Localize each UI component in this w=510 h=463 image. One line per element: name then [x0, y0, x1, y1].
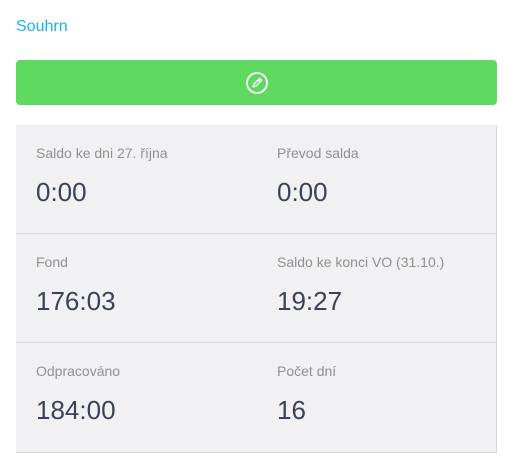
pocet-dni-label: Počet dní — [277, 363, 337, 379]
odpracovano-label: Odpracováno — [36, 363, 121, 379]
pencil-circle-icon — [245, 71, 269, 95]
fond-value: 176:03 — [36, 286, 116, 316]
summary-page: Souhrn Saldo ke dni 27. října 0:00 Převo… — [0, 0, 510, 463]
prevod-salda-value: 0:00 — [277, 177, 328, 207]
summary-row: Odpracováno 184:00 Počet dní 16 — [16, 343, 496, 452]
prevod-salda-label: Převod salda — [277, 145, 359, 161]
saldo-konec-vo-label: Saldo ke konci VO (31.10.) — [277, 254, 445, 270]
saldo-konec-vo-value: 19:27 — [277, 286, 343, 316]
summary-panel: Saldo ke dni 27. října 0:00 Převod salda… — [16, 125, 497, 453]
odpracovano-value: 184:00 — [36, 395, 116, 425]
saldo-label: Saldo ke dni 27. října — [36, 145, 168, 161]
edit-button[interactable] — [16, 60, 497, 105]
fond-label: Fond — [36, 254, 68, 270]
summary-row: Saldo ke dni 27. října 0:00 Převod salda… — [16, 125, 496, 234]
saldo-value: 0:00 — [36, 177, 87, 207]
summary-row: Fond 176:03 Saldo ke konci VO (31.10.) 1… — [16, 234, 496, 343]
summary-title-link[interactable]: Souhrn — [16, 18, 68, 36]
pocet-dni-value: 16 — [277, 395, 306, 425]
